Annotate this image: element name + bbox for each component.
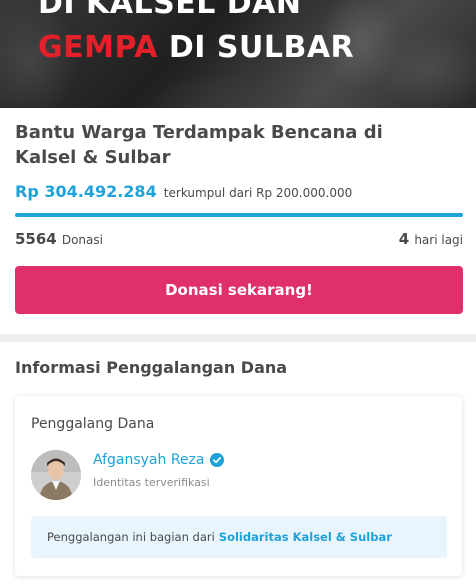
- donate-now-button[interactable]: Donasi sekarang!: [15, 266, 463, 314]
- campaign-summary-card: Bantu Warga Terdampak Bencana di Kalsel …: [0, 108, 476, 334]
- banner-text-line1: DI KALSEL DAN: [38, 0, 302, 21]
- campaign-group-link[interactable]: Solidaritas Kalsel & Sulbar: [219, 530, 392, 544]
- verified-check-icon: [210, 453, 225, 467]
- fundraiser-box-title: Penggalang Dana: [31, 416, 155, 432]
- avatar[interactable]: [31, 450, 81, 500]
- avatar-photo-icon: [31, 450, 81, 500]
- donations-count: 5564: [15, 230, 57, 248]
- fundraiser-box: Penggalang Dana Afgansyah Reza Identitas…: [15, 396, 462, 576]
- amount-row: Rp 304.492.284 terkumpul dari Rp 200.000…: [15, 182, 352, 201]
- amount-target: terkumpul dari Rp 200.000.000: [163, 186, 353, 200]
- campaign-banner-image: DI KALSEL DAN GEMPA DI SULBAR: [0, 0, 476, 108]
- campaign-title: Bantu Warga Terdampak Bencana di Kalsel …: [15, 122, 383, 168]
- donations-label: Donasi: [61, 233, 103, 247]
- days-left-stat: 4 hari lagi: [399, 229, 463, 248]
- fundraiser-name-row: Afgansyah Reza: [93, 452, 225, 468]
- banner-text-white: DI SULBAR: [157, 30, 355, 65]
- campaign-group-prefix: Penggalangan ini bagian dari: [47, 530, 215, 544]
- banner-text-red: GEMPA: [38, 30, 158, 65]
- fundraiser-name-link[interactable]: Afgansyah Reza: [93, 452, 204, 468]
- section-title: Informasi Penggalangan Dana: [15, 358, 288, 377]
- days-left-count: 4: [398, 230, 410, 248]
- campaign-group-info: Penggalangan ini bagian dari Solidaritas…: [31, 516, 447, 558]
- progress-bar: [15, 213, 463, 217]
- progress-bar-fill: [15, 213, 463, 217]
- amount-collected: Rp 304.492.284: [15, 182, 157, 201]
- days-left-label: hari lagi: [414, 233, 463, 247]
- banner-text-line2: GEMPA DI SULBAR: [38, 30, 354, 65]
- fundraiser-info-card: Informasi Penggalangan Dana Penggalang D…: [0, 342, 476, 584]
- donations-count-stat: 5564 Donasi: [15, 229, 103, 248]
- verified-identity-text: Identitas terverifikasi: [93, 476, 210, 489]
